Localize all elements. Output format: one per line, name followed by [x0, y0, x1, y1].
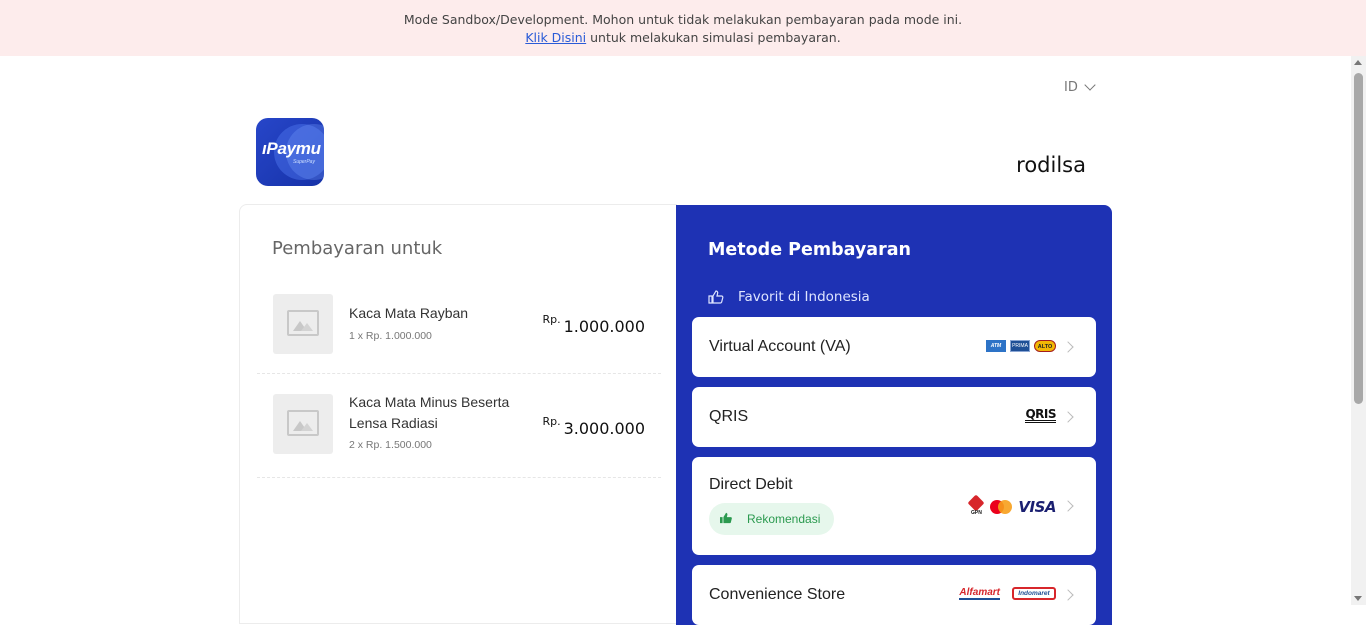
- ipaymu-logo: ıPaymu SuperPay: [256, 118, 324, 186]
- chevron-right-icon: [1062, 500, 1074, 512]
- item-quantity: 2 x Rp. 1.500.000: [349, 439, 432, 451]
- chevron-down-icon: [1084, 79, 1096, 91]
- thumbs-up-icon: [708, 290, 724, 304]
- sandbox-banner: Mode Sandbox/Development. Mohon untuk ti…: [0, 0, 1366, 56]
- method-direct-debit[interactable]: Direct Debit Rekomendasi GPN VISA: [692, 457, 1096, 555]
- language-code: ID: [1064, 80, 1078, 95]
- method-label: QRIS: [709, 408, 749, 425]
- method-virtual-account[interactable]: Virtual Account (VA) ATM BERSAMA PRIMA A…: [692, 317, 1096, 377]
- scroll-thumb[interactable]: [1354, 73, 1363, 404]
- item-total: Rp. 1.000.000: [542, 313, 645, 336]
- store-logos: Alfamart Indomaret: [959, 587, 1056, 600]
- method-label: Convenience Store: [709, 586, 846, 603]
- mastercard-logo: [990, 500, 1013, 514]
- indomaret-logo: Indomaret: [1012, 587, 1056, 600]
- sandbox-warning-text: Mode Sandbox/Development. Mohon untuk ti…: [403, 12, 963, 27]
- logo-text: ıPaymu: [262, 139, 321, 158]
- chevron-right-icon: [1062, 589, 1074, 601]
- payment-methods-title: Metode Pembayaran: [708, 240, 912, 260]
- alfamart-logo: Alfamart: [959, 587, 1000, 600]
- alto-logo: ALTO: [1034, 340, 1056, 352]
- bank-logos: ATM BERSAMA PRIMA ALTO: [986, 340, 1056, 361]
- favorite-label: Favorit di Indonesia: [738, 289, 870, 305]
- product-thumbnail: [273, 294, 333, 354]
- item-currency: Rp.: [542, 415, 561, 428]
- image-placeholder-icon: [287, 310, 319, 336]
- scroll-up-icon[interactable]: [1354, 60, 1362, 65]
- merchant-name: rodilsa: [1016, 153, 1086, 177]
- sandbox-simulation-line: Klik Disini untuk melakukan simulasi pem…: [0, 29, 1366, 47]
- item-quantity: 1 x Rp. 1.000.000: [349, 330, 432, 342]
- logo-subtext: SuperPay: [293, 159, 315, 165]
- image-placeholder-icon: [287, 410, 319, 436]
- item-total-value: 3.000.000: [563, 419, 645, 438]
- gpn-logo: GPN: [967, 494, 985, 517]
- method-convenience-store[interactable]: Convenience Store Alfamart Indomaret: [692, 565, 1096, 625]
- simulation-text: untuk melakukan simulasi pembayaran.: [586, 30, 841, 45]
- chevron-right-icon: [1062, 341, 1074, 353]
- method-label: Direct Debit: [709, 476, 793, 493]
- page-scrollbar[interactable]: [1351, 56, 1366, 605]
- language-selector[interactable]: ID: [1064, 79, 1096, 95]
- order-item: Kaca Mata Rayban 1 x Rp. 1.000.000 Rp. 1.…: [257, 278, 661, 374]
- recommendation-badge: Rekomendasi: [709, 503, 834, 535]
- order-summary-card: Pembayaran untuk Kaca Mata Rayban 1 x Rp…: [239, 204, 677, 624]
- item-name: Kaca Mata Rayban: [349, 305, 469, 321]
- prima-logo: PRIMA: [1010, 340, 1030, 352]
- item-total-value: 1.000.000: [563, 317, 645, 336]
- thumbs-up-icon: [719, 512, 733, 527]
- qris-logo: QRIS: [1025, 407, 1056, 423]
- scroll-down-icon[interactable]: [1354, 596, 1362, 601]
- payment-methods-panel: Metode Pembayaran Favorit di Indonesia V…: [676, 205, 1112, 625]
- qris-logos: QRIS: [1025, 408, 1056, 423]
- recommendation-label: Rekomendasi: [747, 512, 821, 526]
- order-title: Pembayaran untuk: [272, 238, 443, 259]
- method-qris[interactable]: QRIS QRIS: [692, 387, 1096, 447]
- product-thumbnail: [273, 394, 333, 454]
- atm-bersama-logo: ATM BERSAMA: [986, 340, 1011, 361]
- item-total: Rp. 3.000.000: [542, 415, 645, 438]
- item-currency: Rp.: [542, 313, 561, 326]
- chevron-right-icon: [1062, 411, 1074, 423]
- item-name: Kaca Mata Minus Beserta Lensa Radiasi: [349, 394, 510, 431]
- favorite-section-label: Favorit di Indonesia: [708, 289, 870, 305]
- simulation-link[interactable]: Klik Disini: [525, 30, 586, 45]
- visa-logo: VISA: [1018, 498, 1056, 516]
- card-logos: GPN VISA: [967, 494, 1056, 517]
- order-item: Kaca Mata Minus Beserta Lensa Radiasi 2 …: [257, 374, 661, 478]
- method-label: Virtual Account (VA): [709, 338, 851, 355]
